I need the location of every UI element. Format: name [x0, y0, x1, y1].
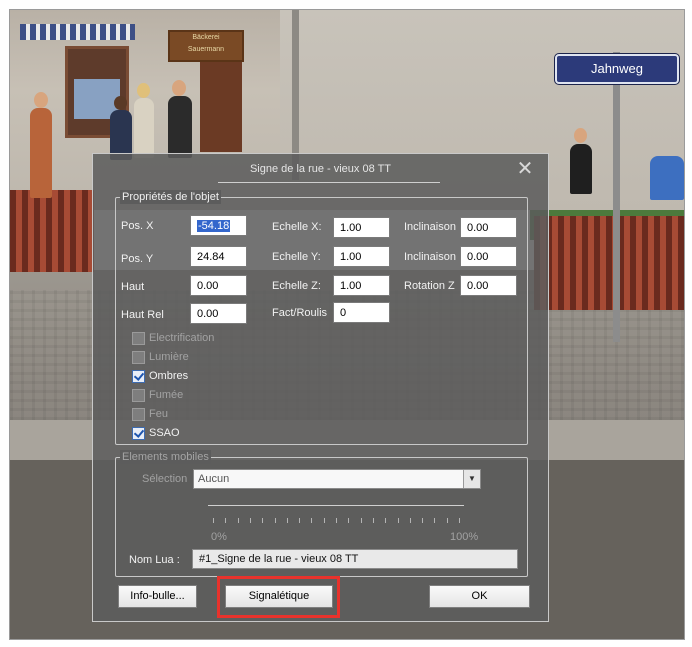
- person-head: [137, 83, 150, 98]
- haut-rel-field[interactable]: 0.00: [190, 303, 247, 324]
- mobile-slider[interactable]: [208, 505, 464, 506]
- street-sign-pole: [613, 52, 620, 342]
- slider-tick: [262, 518, 264, 523]
- rotation-z-field[interactable]: 0.00: [460, 275, 517, 296]
- close-icon[interactable]: ✕: [515, 159, 535, 180]
- nom-lua-field[interactable]: #1_Signe de la rue - vieux 08 TT: [192, 549, 518, 569]
- slider-tick: [409, 518, 411, 523]
- slider-tick: [446, 518, 448, 523]
- slider-tick: [459, 518, 460, 523]
- inclinaison-label: Inclinaison: [404, 221, 456, 233]
- mobile-elements-legend: Elements mobiles: [120, 450, 211, 464]
- pos-x-label: Pos. X: [121, 220, 154, 232]
- signaletique-highlight: [217, 576, 340, 618]
- slider-tick: [336, 518, 337, 523]
- person-head: [34, 92, 48, 108]
- selection-dropdown[interactable]: Aucun ▼: [193, 469, 481, 489]
- awning: [20, 24, 135, 40]
- inclinaison-field-2[interactable]: 0.00: [460, 246, 517, 267]
- pos-x-field[interactable]: -54.18: [190, 215, 247, 236]
- slider-tick: [274, 518, 276, 523]
- feu-label: Feu: [149, 408, 168, 420]
- shop-sign: Bäckerei Sauermann: [168, 30, 244, 62]
- slider-tick: [397, 518, 399, 523]
- person-figure: [650, 156, 684, 200]
- echelle-z-field[interactable]: 1.00: [333, 275, 390, 296]
- ssao-checkbox[interactable]: [132, 427, 145, 440]
- slider-tick: [372, 518, 374, 523]
- fumee-checkbox[interactable]: [132, 389, 145, 402]
- slider-tick: [299, 518, 301, 523]
- lumiere-label: Lumière: [149, 351, 189, 363]
- selection-value: Aucun: [198, 473, 230, 485]
- slider-tick: [311, 518, 313, 523]
- echelle-x-field[interactable]: 1.00: [333, 217, 390, 238]
- object-properties-legend: Propriétés de l'objet: [120, 190, 221, 204]
- inclinaison-label-2: Inclinaison: [404, 251, 456, 263]
- slider-min-label: 0%: [211, 531, 227, 543]
- echelle-y-label: Echelle Y:: [272, 251, 321, 263]
- chevron-down-icon[interactable]: ▼: [463, 470, 480, 488]
- fact-roulis-label: Fact/Roulis: [272, 307, 328, 319]
- screenshot-frame: Bäckerei Sauermann Jahnweg Signe de la r…: [9, 9, 685, 640]
- dialog-title: Signe de la rue - vieux 08 TT: [249, 163, 392, 175]
- nom-lua-label: Nom Lua :: [129, 554, 180, 566]
- slider-tick: [422, 518, 424, 523]
- building-door: [200, 62, 242, 152]
- slider-tick: [249, 518, 251, 523]
- person-figure: [134, 98, 154, 158]
- pos-y-field[interactable]: 24.84: [190, 246, 247, 267]
- slider-tick: [323, 518, 325, 523]
- object-properties-dialog: Signe de la rue - vieux 08 TT ✕ Propriét…: [92, 153, 549, 622]
- title-underline: [218, 182, 440, 183]
- street-name-sign: Jahnweg: [555, 54, 679, 84]
- fence-right: [534, 216, 684, 310]
- selection-label: Sélection: [142, 473, 188, 485]
- echelle-z-label: Echelle Z:: [272, 280, 321, 292]
- fumee-label: Fumée: [149, 389, 184, 401]
- person-head: [114, 96, 127, 110]
- slider-tick: [434, 518, 436, 523]
- electrification-checkbox[interactable]: [132, 332, 145, 345]
- info-bulle-button[interactable]: Info-bulle...: [118, 585, 197, 608]
- haut-field[interactable]: 0.00: [190, 275, 247, 296]
- electrification-label: Electrification: [149, 332, 215, 344]
- fence-left: [10, 190, 94, 272]
- lumiere-checkbox[interactable]: [132, 351, 145, 364]
- feu-checkbox[interactable]: [132, 408, 145, 421]
- pos-y-label: Pos. Y: [121, 253, 154, 265]
- echelle-x-label: Echelle X:: [272, 221, 322, 233]
- slider-tick: [385, 518, 387, 523]
- echelle-y-field[interactable]: 1.00: [333, 246, 390, 267]
- ombres-label: Ombres: [149, 370, 189, 382]
- person-figure: [30, 108, 52, 198]
- ok-button[interactable]: OK: [429, 585, 530, 608]
- ombres-checkbox[interactable]: [132, 370, 145, 383]
- person-head: [574, 128, 587, 143]
- haut-rel-label: Haut Rel: [121, 309, 164, 321]
- person-figure: [168, 96, 192, 158]
- ssao-label: SSAO: [149, 427, 180, 439]
- slider-tick: [360, 518, 362, 523]
- person-head: [172, 80, 186, 96]
- fact-roulis-field[interactable]: 0: [333, 302, 390, 323]
- person-figure: [570, 144, 592, 194]
- inclinaison-field[interactable]: 0.00: [460, 217, 517, 238]
- haut-label: Haut: [121, 281, 145, 293]
- slider-tick: [213, 518, 214, 523]
- slider-tick: [348, 518, 350, 523]
- slider-tick: [286, 518, 288, 523]
- slider-tick: [237, 518, 239, 523]
- rotation-z-label: Rotation Z: [404, 280, 455, 292]
- slider-max-label: 100%: [450, 531, 479, 543]
- slider-tick: [225, 518, 227, 523]
